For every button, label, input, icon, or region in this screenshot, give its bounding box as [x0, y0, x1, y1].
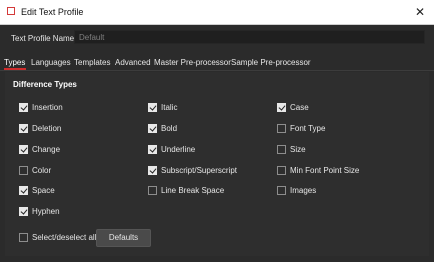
types-panel [5, 72, 429, 256]
profile-name-row: Text Profile Name [0, 28, 434, 48]
checkbox-box[interactable] [148, 124, 157, 133]
checkbox-box[interactable] [148, 145, 157, 154]
checkbox-box[interactable] [19, 124, 28, 133]
title-bar: Edit Text Profile ✕ [0, 0, 434, 25]
profile-name-label: Text Profile Name [11, 34, 75, 43]
checkbox-box[interactable] [19, 166, 28, 175]
tab-templates[interactable]: Templates [74, 57, 110, 70]
defaults-button[interactable]: Defaults [96, 229, 151, 247]
tab-advanced[interactable]: Advanced [115, 57, 151, 70]
section-title: Difference Types [13, 80, 77, 89]
checkbox-label: Insertion [32, 103, 63, 112]
checkbox-label: Change [32, 145, 61, 154]
checkbox-label: Color [32, 166, 52, 175]
checkbox-box[interactable] [277, 103, 286, 112]
checkbox-label: Select/deselect all [32, 233, 97, 242]
tab-languages[interactable]: Languages [31, 57, 71, 70]
checkbox-label: Bold [161, 124, 178, 133]
checkbox-box[interactable] [277, 166, 286, 175]
checkbox-label: Images [290, 186, 317, 195]
window-title: Edit Text Profile [21, 7, 84, 17]
app-icon [7, 7, 15, 15]
checkbox-box[interactable] [19, 233, 28, 242]
checkbox-label: Font Type [290, 124, 326, 133]
checkbox-box[interactable] [148, 166, 157, 175]
checkbox-label: Hyphen [32, 207, 60, 216]
checkbox-label: Min Font Point Size [290, 166, 360, 175]
checkbox-label: Italic [161, 103, 178, 112]
checkbox-box[interactable] [19, 103, 28, 112]
checkbox-box[interactable] [148, 186, 157, 195]
checkbox-box[interactable] [148, 103, 157, 112]
checkbox-box[interactable] [19, 207, 28, 216]
checkbox-label: Case [290, 103, 309, 112]
checkbox-box[interactable] [19, 186, 28, 195]
close-icon[interactable]: ✕ [412, 4, 428, 20]
tab-sample-pre-processor[interactable]: Sample Pre-processor [231, 57, 311, 70]
checkbox-box[interactable] [19, 145, 28, 154]
tab-divider [0, 70, 434, 71]
checkbox-label: Underline [161, 145, 196, 154]
checkbox-box[interactable] [277, 124, 286, 133]
tab-master-pre-processor[interactable]: Master Pre-processor [154, 57, 231, 70]
checkbox-label: Line Break Space [161, 186, 225, 195]
checkbox-label: Size [290, 145, 306, 154]
checkbox-label: Space [32, 186, 55, 195]
checkbox-label: Deletion [32, 124, 62, 133]
checkbox-box[interactable] [277, 186, 286, 195]
checkbox-box[interactable] [277, 145, 286, 154]
tab-bar: Types Languages Templates Advanced Maste… [0, 57, 434, 70]
checkbox-label: Subscript/Superscript [161, 166, 238, 175]
profile-name-input[interactable] [74, 30, 425, 44]
